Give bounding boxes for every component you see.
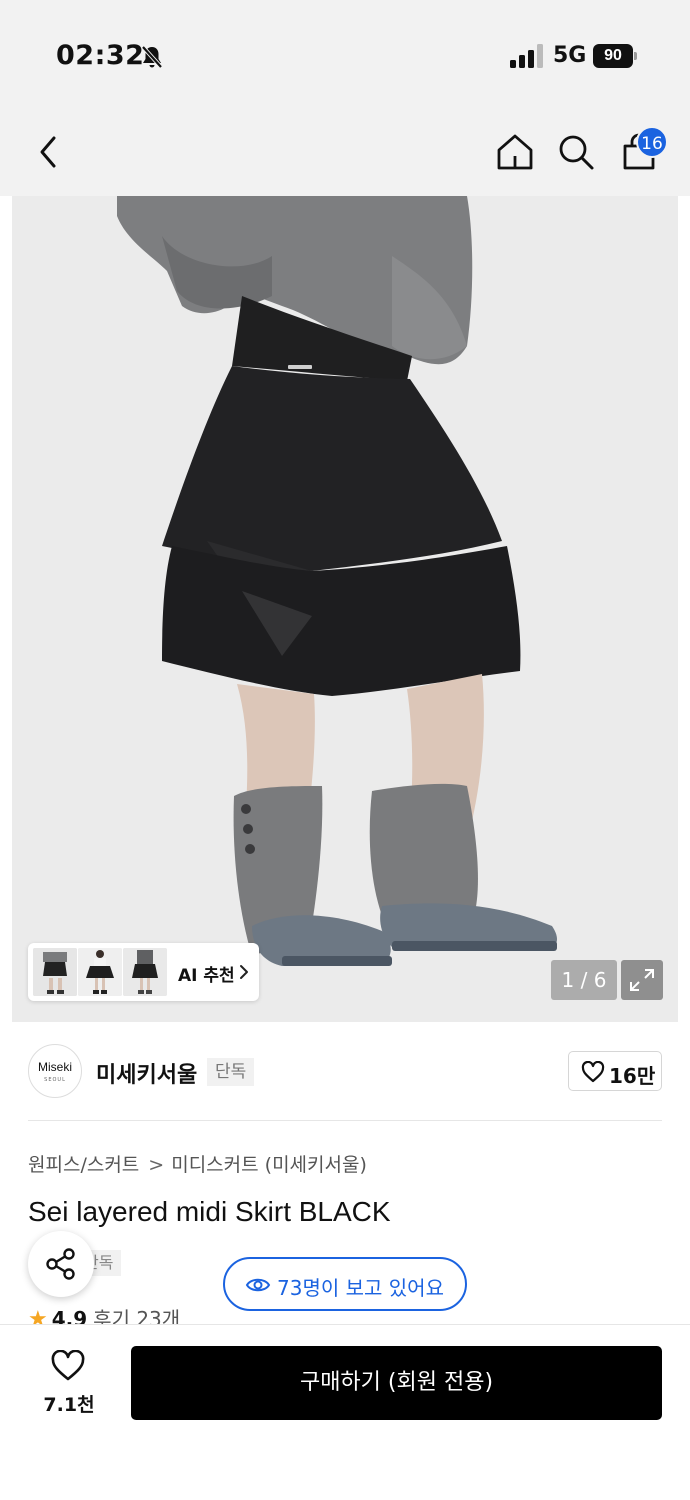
app-header: 16 bbox=[0, 110, 690, 196]
breadcrumb: 원피스/스커트 > 미디스커트 (미세키서울) bbox=[28, 1150, 367, 1177]
home-icon[interactable] bbox=[493, 130, 537, 174]
ai-recommend-strip[interactable]: AI 추천 bbox=[28, 943, 259, 1001]
viewers-text: 73명이 보고 있어요 bbox=[277, 1276, 444, 1300]
buy-button[interactable]: 구매하기 (회원 전용) bbox=[131, 1346, 662, 1420]
exclusive-badge: 단독 bbox=[207, 1058, 255, 1086]
thumbnail-3[interactable] bbox=[123, 948, 167, 996]
product-photo-illustration bbox=[12, 196, 678, 1022]
brand-logo-text: Miseki bbox=[37, 1060, 72, 1074]
signal-icon bbox=[510, 44, 543, 68]
thumbnail-2[interactable] bbox=[78, 948, 122, 996]
back-arrow-icon[interactable] bbox=[30, 130, 66, 174]
brand-logo[interactable]: Miseki SEOUL bbox=[28, 1044, 82, 1098]
share-button[interactable] bbox=[28, 1231, 94, 1297]
thumbnail-1[interactable] bbox=[33, 948, 77, 996]
viewers-badge: 73명이 보고 있어요 bbox=[223, 1257, 467, 1311]
search-icon[interactable] bbox=[555, 130, 597, 174]
brand-logo-subtext: SEOUL bbox=[44, 1077, 66, 1083]
bell-off-icon bbox=[141, 45, 163, 69]
breadcrumb-category[interactable]: 원피스/스커트 bbox=[28, 1154, 139, 1176]
divider bbox=[28, 1120, 662, 1121]
image-page-indicator: 1 / 6 bbox=[551, 960, 617, 1000]
heart-icon bbox=[51, 1350, 85, 1381]
eye-icon bbox=[245, 1278, 271, 1292]
brand-like-button[interactable]: 16만 bbox=[568, 1051, 662, 1091]
status-bar: 02:32 5G 90 bbox=[0, 0, 690, 110]
breadcrumb-subcategory[interactable]: 미디스커트 (미세키서울) bbox=[171, 1154, 367, 1176]
share-icon bbox=[46, 1248, 75, 1280]
heart-icon bbox=[581, 1061, 605, 1083]
ai-recommend-label[interactable]: AI 추천 bbox=[178, 961, 235, 986]
brand-like-count: 16만 bbox=[609, 1064, 656, 1088]
product-title: Sei layered midi Skirt BLACK bbox=[28, 1196, 391, 1227]
battery-level: 90 bbox=[593, 44, 633, 68]
chevron-right-icon bbox=[240, 965, 248, 979]
wishlist-count: 7.1천 bbox=[43, 1394, 95, 1416]
status-time: 02:32 bbox=[56, 40, 145, 71]
breadcrumb-separator: > bbox=[148, 1154, 165, 1176]
wishlist-button[interactable]: 7.1천 bbox=[36, 1348, 102, 1418]
cart-count-badge: 16 bbox=[636, 126, 668, 158]
product-image[interactable] bbox=[12, 196, 678, 1022]
battery-icon: 90 bbox=[593, 44, 637, 68]
brand-name[interactable]: 미세키서울 bbox=[96, 1057, 197, 1089]
expand-icon[interactable] bbox=[621, 960, 663, 1000]
network-type: 5G bbox=[553, 43, 587, 68]
